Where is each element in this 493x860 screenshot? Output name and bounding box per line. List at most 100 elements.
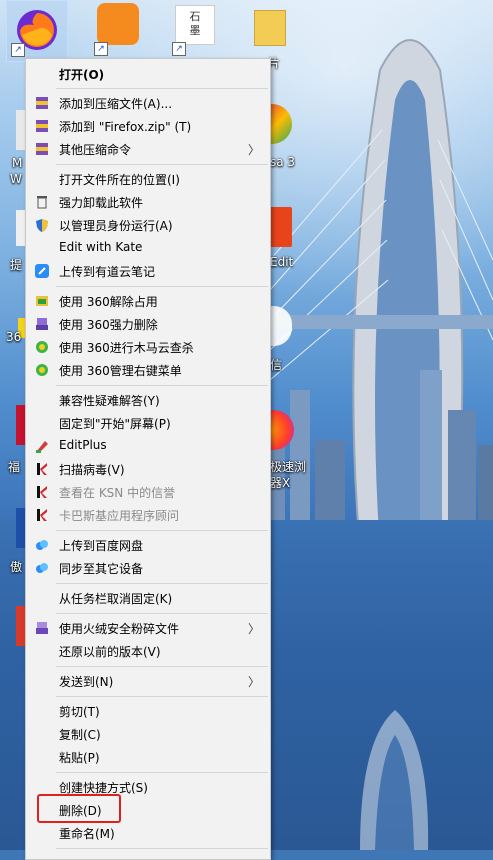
menu-item-label: 发送到(N) <box>59 675 114 689</box>
menu-item-label: 粘贴(P) <box>59 751 100 765</box>
menu-item-label: 剪切(T) <box>59 705 100 719</box>
shimo-desktop-icon[interactable]: 石 墨 ↗ <box>168 0 228 60</box>
shimo-icon-text: 石 墨 <box>189 10 201 37</box>
menu-item-label: 从任务栏取消固定(K) <box>59 592 173 606</box>
menu-item-open[interactable]: 打开(O) <box>26 63 270 85</box>
winrar-icon <box>34 96 50 110</box>
menu-item-label: 以管理员身份运行(A) <box>59 219 173 233</box>
huorong-shredder-icon <box>34 621 50 635</box>
menu-separator <box>56 772 268 773</box>
menu-item-edit-with-kate[interactable]: Edit with Kate <box>26 237 270 259</box>
uac-shield-icon <box>34 218 50 232</box>
menu-item-360-manage-menu[interactable]: 使用 360管理右键菜单 <box>26 359 270 381</box>
menu-item-label: 还原以前的版本(V) <box>59 645 161 659</box>
menu-separator <box>56 164 268 165</box>
menu-item-label: 使用火绒安全粉碎文件 <box>59 622 180 636</box>
right-label-jisu2: 器X <box>270 476 291 490</box>
trash-icon <box>34 195 50 209</box>
menu-item-other-compress[interactable]: 其他压缩命令 〉 <box>26 138 270 160</box>
menu-item-kaspersky-advisor[interactable]: 卡巴斯基应用程序顾问 <box>26 504 270 526</box>
shortcut-arrow-icon: ↗ <box>94 42 108 56</box>
kaspersky-icon <box>34 462 50 476</box>
menu-item-label: 兼容性疑难解答(Y) <box>59 394 160 408</box>
menu-item-force-uninstall[interactable]: 强力卸载此软件 <box>26 191 270 213</box>
menu-item-label: 上传到百度网盘 <box>59 539 144 553</box>
kaspersky-icon <box>34 485 50 499</box>
menu-item-label: 卡巴斯基应用程序顾问 <box>59 509 180 523</box>
menu-item-compat-troubleshoot[interactable]: 兼容性疑难解答(Y) <box>26 389 270 411</box>
chevron-right-icon: 〉 <box>247 143 260 157</box>
menu-item-unpin-taskbar[interactable]: 从任务栏取消固定(K) <box>26 587 270 609</box>
menu-item-huorong-shred[interactable]: 使用火绒安全粉碎文件 〉 <box>26 617 270 639</box>
menu-item-360-trojan-scan[interactable]: 使用 360进行木马云查杀 <box>26 336 270 358</box>
left-label-36: 36 <box>6 330 22 344</box>
menu-item-label: 复制(C) <box>59 728 101 742</box>
menu-separator <box>56 848 268 849</box>
menu-item-label: 扫描病毒(V) <box>59 463 125 477</box>
menu-item-pin-to-start[interactable]: 固定到"开始"屏幕(P) <box>26 412 270 434</box>
menu-item-label: 使用 360解除占用 <box>59 295 158 309</box>
menu-item-upload-baidu[interactable]: 上传到百度网盘 <box>26 534 270 556</box>
bridge-reflection <box>360 710 429 850</box>
menu-item-label: Edit with Kate <box>59 240 143 254</box>
shortcut-arrow-icon: ↗ <box>11 43 25 57</box>
right-label-jisu1: 极速浏 <box>270 460 307 474</box>
menu-separator <box>56 385 268 386</box>
menu-item-label: 固定到"开始"屏幕(P) <box>59 417 171 431</box>
menu-item-upload-youdao[interactable]: 上传到有道云笔记 <box>26 260 270 282</box>
menu-item-send-to[interactable]: 发送到(N) 〉 <box>26 670 270 692</box>
folder-desktop-icon[interactable] <box>246 0 306 60</box>
360-shredder-icon <box>34 317 50 331</box>
uc-browser-icon <box>97 3 139 45</box>
folder-icon <box>254 10 286 46</box>
uc-browser-desktop-icon[interactable]: ↗ <box>90 0 150 60</box>
menu-item-sync-devices[interactable]: 同步至其它设备 <box>26 557 270 579</box>
menu-item-360-unlock[interactable]: 使用 360解除占用 <box>26 290 270 312</box>
menu-item-label: 添加到压缩文件(A)... <box>59 97 173 111</box>
menu-separator <box>56 613 268 614</box>
360-logo-icon <box>34 363 50 377</box>
left-label-fu: 福 <box>8 460 21 474</box>
menu-item-open-file-location[interactable]: 打开文件所在的位置(I) <box>26 168 270 190</box>
menu-item-restore-previous[interactable]: 还原以前的版本(V) <box>26 640 270 662</box>
menu-item-ksn-reputation[interactable]: 查看在 KSN 中的信誉 <box>26 481 270 503</box>
menu-item-label: 上传到有道云笔记 <box>59 265 156 279</box>
menu-item-label: 重命名(M) <box>59 827 115 841</box>
city-skyline <box>260 370 493 530</box>
baidu-netdisk-icon <box>34 538 50 552</box>
menu-item-run-as-admin[interactable]: 以管理员身份运行(A) <box>26 214 270 236</box>
menu-separator <box>56 530 268 531</box>
left-label-ao: 傲 <box>10 560 23 574</box>
menu-item-label: 使用 360强力删除 <box>59 318 158 332</box>
shimo-icon: 石 墨 <box>175 5 215 45</box>
menu-item-cut[interactable]: 剪切(T) <box>26 700 270 722</box>
menu-item-360-force-delete[interactable]: 使用 360强力删除 <box>26 313 270 335</box>
menu-item-label: 其他压缩命令 <box>59 143 132 157</box>
baidu-netdisk-icon <box>34 561 50 575</box>
editplus-icon <box>34 439 50 453</box>
firefox-desktop-icon[interactable]: ↗ <box>6 0 68 62</box>
menu-item-label: 同步至其它设备 <box>59 562 144 576</box>
menu-item-editplus[interactable]: EditPlus <box>26 435 270 457</box>
menu-item-paste[interactable]: 粘贴(P) <box>26 746 270 768</box>
menu-item-label: 使用 360进行木马云查杀 <box>59 341 194 355</box>
chevron-right-icon: 〉 <box>247 675 260 689</box>
menu-separator <box>56 696 268 697</box>
menu-item-add-to-archive[interactable]: 添加到压缩文件(A)... <box>26 92 270 114</box>
left-label-ti: 提 <box>10 258 23 272</box>
right-label-sa3: sa 3 <box>270 155 296 169</box>
menu-item-label: EditPlus <box>59 438 107 452</box>
menu-item-add-to-firefox-zip[interactable]: 添加到 "Firefox.zip" (T) <box>26 115 270 137</box>
menu-item-label: 查看在 KSN 中的信誉 <box>59 486 176 500</box>
menu-separator <box>56 583 268 584</box>
menu-item-scan-virus[interactable]: 扫描病毒(V) <box>26 458 270 480</box>
menu-item-rename[interactable]: 重命名(M) <box>26 822 270 844</box>
winrar-icon <box>34 119 50 133</box>
menu-item-label: 使用 360管理右键菜单 <box>59 364 182 378</box>
menu-item-copy[interactable]: 复制(C) <box>26 723 270 745</box>
menu-item-label: 打开文件所在的位置(I) <box>59 173 180 187</box>
menu-item-label: 强力卸载此软件 <box>59 196 144 210</box>
chevron-right-icon: 〉 <box>247 622 260 636</box>
360-unlock-icon <box>34 294 50 308</box>
menu-item-label: 打开(O) <box>59 68 105 82</box>
